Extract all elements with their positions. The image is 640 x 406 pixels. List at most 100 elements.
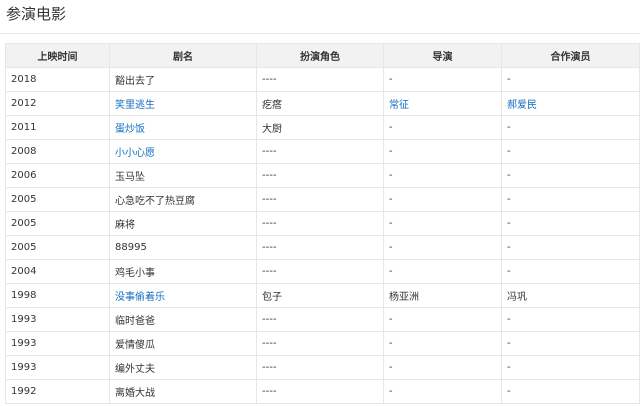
table-body: 2018 豁出去了 ---- - -2012 笑里逃生 疙瘩 常征 郝爱民 2011 蛋炒饭 大厨 - -… (5, 67, 640, 404)
cell-costars: - (501, 379, 640, 404)
cell-director: - (383, 259, 502, 284)
cell-title: 蛋炒饭 (109, 115, 257, 140)
cell-title: 编外丈夫 (109, 355, 257, 380)
cell-role: 大厨 (256, 115, 384, 140)
cell-role: ---- (256, 259, 384, 284)
cell-costars: - (501, 163, 640, 188)
cell-role: ---- (256, 67, 384, 92)
cell-director: - (383, 211, 502, 236)
cell-costars: - (501, 187, 640, 212)
header-title: 剧名 (109, 43, 257, 68)
cell-year: 1992 (5, 379, 110, 404)
cell-role: ---- (256, 139, 384, 164)
table-row: 1998 没事偷着乐 包子 杨亚洲 冯巩 (5, 283, 640, 308)
cell-costars: - (501, 115, 640, 140)
cell-costars: - (501, 139, 640, 164)
header-row: 上映时间 剧名 扮演角色 导演 合作演员 (5, 43, 640, 68)
cell-role: ---- (256, 187, 384, 212)
filmography-table: 上映时间 剧名 扮演角色 导演 合作演员 2018 豁出去了 ---- - -2012 笑… (5, 43, 640, 404)
cell-role: ---- (256, 307, 384, 332)
table-row: 2005 88995 ---- - - (5, 235, 640, 260)
cell-year: 2005 (5, 187, 110, 212)
cell-role: ---- (256, 211, 384, 236)
table-row: 2005 心急吃不了热豆腐 ---- - - (5, 187, 640, 212)
cell-title: 小小心愿 (109, 139, 257, 164)
cell-title: 笑里逃生 (109, 91, 257, 116)
cell-title: 爱情傻瓜 (109, 331, 257, 356)
table-row: 2018 豁出去了 ---- - - (5, 67, 640, 92)
director-link[interactable]: 常征 (389, 100, 409, 111)
cell-costars: - (501, 235, 640, 260)
table-row: 1993 临时爸爸 ---- - - (5, 307, 640, 332)
cell-title: 麻将 (109, 211, 257, 236)
cell-costars: - (501, 331, 640, 356)
header-role: 扮演角色 (256, 43, 384, 68)
cell-role: 疙瘩 (256, 91, 384, 116)
cell-year: 2005 (5, 211, 110, 236)
cell-role: ---- (256, 355, 384, 380)
table-header: 上映时间 剧名 扮演角色 导演 合作演员 (5, 43, 640, 68)
table-row: 2004 鸡毛小事 ---- - - (5, 259, 640, 284)
table-row: 2012 笑里逃生 疙瘩 常征 郝爱民 (5, 91, 640, 116)
table-row: 1993 爱情傻瓜 ---- - - (5, 331, 640, 356)
cell-role: ---- (256, 235, 384, 260)
cell-costars: - (501, 211, 640, 236)
title-link[interactable]: 蛋炒饭 (115, 124, 145, 135)
table-row: 2008 小小心愿 ---- - - (5, 139, 640, 164)
cell-year: 2012 (5, 91, 110, 116)
section-divider (0, 33, 640, 34)
header-costars: 合作演员 (501, 43, 640, 68)
cell-director: 常征 (383, 91, 502, 116)
cell-year: 2006 (5, 163, 110, 188)
header-year: 上映时间 (5, 43, 110, 68)
cell-director: - (383, 235, 502, 260)
cell-title: 鸡毛小事 (109, 259, 257, 284)
costars-link[interactable]: 郝爱民 (507, 100, 537, 111)
cell-role: ---- (256, 163, 384, 188)
cell-director: - (383, 307, 502, 332)
table-row: 2011 蛋炒饭 大厨 - - (5, 115, 640, 140)
table-row: 1992 离婚大战 ---- - - (5, 379, 640, 404)
cell-costars: - (501, 67, 640, 92)
cell-year: 2004 (5, 259, 110, 284)
cell-year: 2005 (5, 235, 110, 260)
table-row: 1993 编外丈夫 ---- - - (5, 355, 640, 380)
cell-director: - (383, 67, 502, 92)
cell-director: - (383, 163, 502, 188)
cell-director: - (383, 187, 502, 212)
cell-year: 1993 (5, 331, 110, 356)
cell-costars: - (501, 307, 640, 332)
cell-role: 包子 (256, 283, 384, 308)
cell-title: 心急吃不了热豆腐 (109, 187, 257, 212)
cell-director: - (383, 379, 502, 404)
title-link[interactable]: 没事偷着乐 (115, 292, 165, 303)
title-link[interactable]: 笑里逃生 (115, 100, 155, 111)
cell-year: 1998 (5, 283, 110, 308)
cell-year: 2011 (5, 115, 110, 140)
cell-costars: 冯巩 (501, 283, 640, 308)
cell-year: 2018 (5, 67, 110, 92)
cell-title: 豁出去了 (109, 67, 257, 92)
cell-year: 2008 (5, 139, 110, 164)
cell-year: 1993 (5, 307, 110, 332)
cell-title: 没事偷着乐 (109, 283, 257, 308)
cell-title: 88995 (109, 235, 257, 260)
title-link[interactable]: 小小心愿 (115, 148, 155, 159)
cell-costars: - (501, 355, 640, 380)
table-row: 2005 麻将 ---- - - (5, 211, 640, 236)
cell-year: 1993 (5, 355, 110, 380)
cell-costars: - (501, 259, 640, 284)
cell-director: - (383, 115, 502, 140)
section-title: 参演电影 (6, 5, 67, 23)
cell-director: 杨亚洲 (383, 283, 502, 308)
cell-costars: 郝爱民 (501, 91, 640, 116)
cell-role: ---- (256, 331, 384, 356)
table-row: 2006 玉马坠 ---- - - (5, 163, 640, 188)
cell-title: 玉马坠 (109, 163, 257, 188)
cell-director: - (383, 355, 502, 380)
cell-director: - (383, 331, 502, 356)
cell-title: 离婚大战 (109, 379, 257, 404)
cell-role: ---- (256, 379, 384, 404)
header-director: 导演 (383, 43, 502, 68)
cell-director: - (383, 139, 502, 164)
